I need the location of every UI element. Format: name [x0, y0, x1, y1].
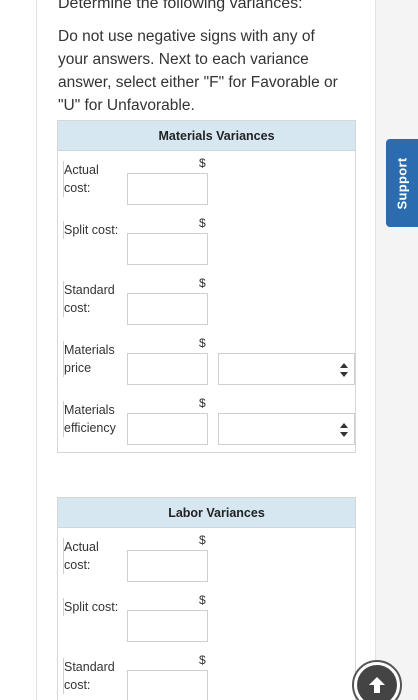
currency-symbol: $	[199, 653, 206, 667]
materials-price-fu-select[interactable]	[218, 353, 355, 385]
labor-standard-cost-input[interactable]	[127, 670, 208, 700]
labor-row-standard-cost: Standard cost: $	[58, 648, 355, 700]
page-gutter	[376, 0, 418, 700]
page-heading: Determine the following variances:	[58, 0, 303, 12]
materials-variances-table: Materials Variances Actual cost: $ Split…	[57, 120, 356, 453]
support-tab-button[interactable]: Support	[386, 139, 418, 227]
currency-symbol: $	[199, 336, 206, 350]
materials-row-actual-cost: Actual cost: $	[58, 151, 355, 211]
materials-efficiency-fu-select[interactable]	[218, 413, 355, 445]
materials-table-header: Materials Variances	[58, 121, 355, 151]
materials-efficiency-input[interactable]	[127, 413, 208, 445]
row-label: Standard cost:	[63, 281, 125, 317]
currency-symbol: $	[199, 533, 206, 547]
currency-symbol: $	[199, 216, 206, 230]
materials-row-standard-cost: Standard cost: $	[58, 271, 355, 331]
currency-symbol: $	[199, 396, 206, 410]
labor-variances-table: Labor Variances Actual cost: $ Split cos…	[57, 497, 356, 700]
row-label: Split cost:	[63, 221, 125, 239]
currency-symbol: $	[199, 593, 206, 607]
labor-actual-cost-input[interactable]	[127, 550, 208, 582]
materials-row-split-cost: Split cost: $	[58, 211, 355, 271]
row-label: Standard cost:	[63, 658, 125, 694]
up-arrow-icon	[357, 665, 397, 700]
materials-actual-cost-input[interactable]	[127, 173, 208, 205]
materials-price-input[interactable]	[127, 353, 208, 385]
currency-symbol: $	[199, 156, 206, 170]
row-label: Actual cost:	[63, 161, 125, 197]
support-label: Support	[394, 157, 410, 209]
select-arrows-icon	[340, 423, 348, 437]
labor-row-split-cost: Split cost: $	[58, 588, 355, 648]
materials-row-price: Materials price $	[58, 331, 355, 391]
labor-table-header: Labor Variances	[58, 498, 355, 528]
row-label: Split cost:	[63, 598, 125, 616]
currency-symbol: $	[199, 276, 206, 290]
labor-row-actual-cost: Actual cost: $	[58, 528, 355, 588]
materials-standard-cost-input[interactable]	[127, 293, 208, 325]
instructions-text: Do not use negative signs with any of yo…	[58, 28, 338, 114]
row-label: Materials efficiency	[63, 401, 125, 437]
row-label: Materials price	[63, 341, 125, 377]
materials-split-cost-input[interactable]	[127, 233, 208, 265]
select-arrows-icon	[340, 363, 348, 377]
materials-row-efficiency: Materials efficiency $	[58, 391, 355, 451]
row-label: Actual cost:	[63, 538, 125, 574]
labor-split-cost-input[interactable]	[127, 610, 208, 642]
